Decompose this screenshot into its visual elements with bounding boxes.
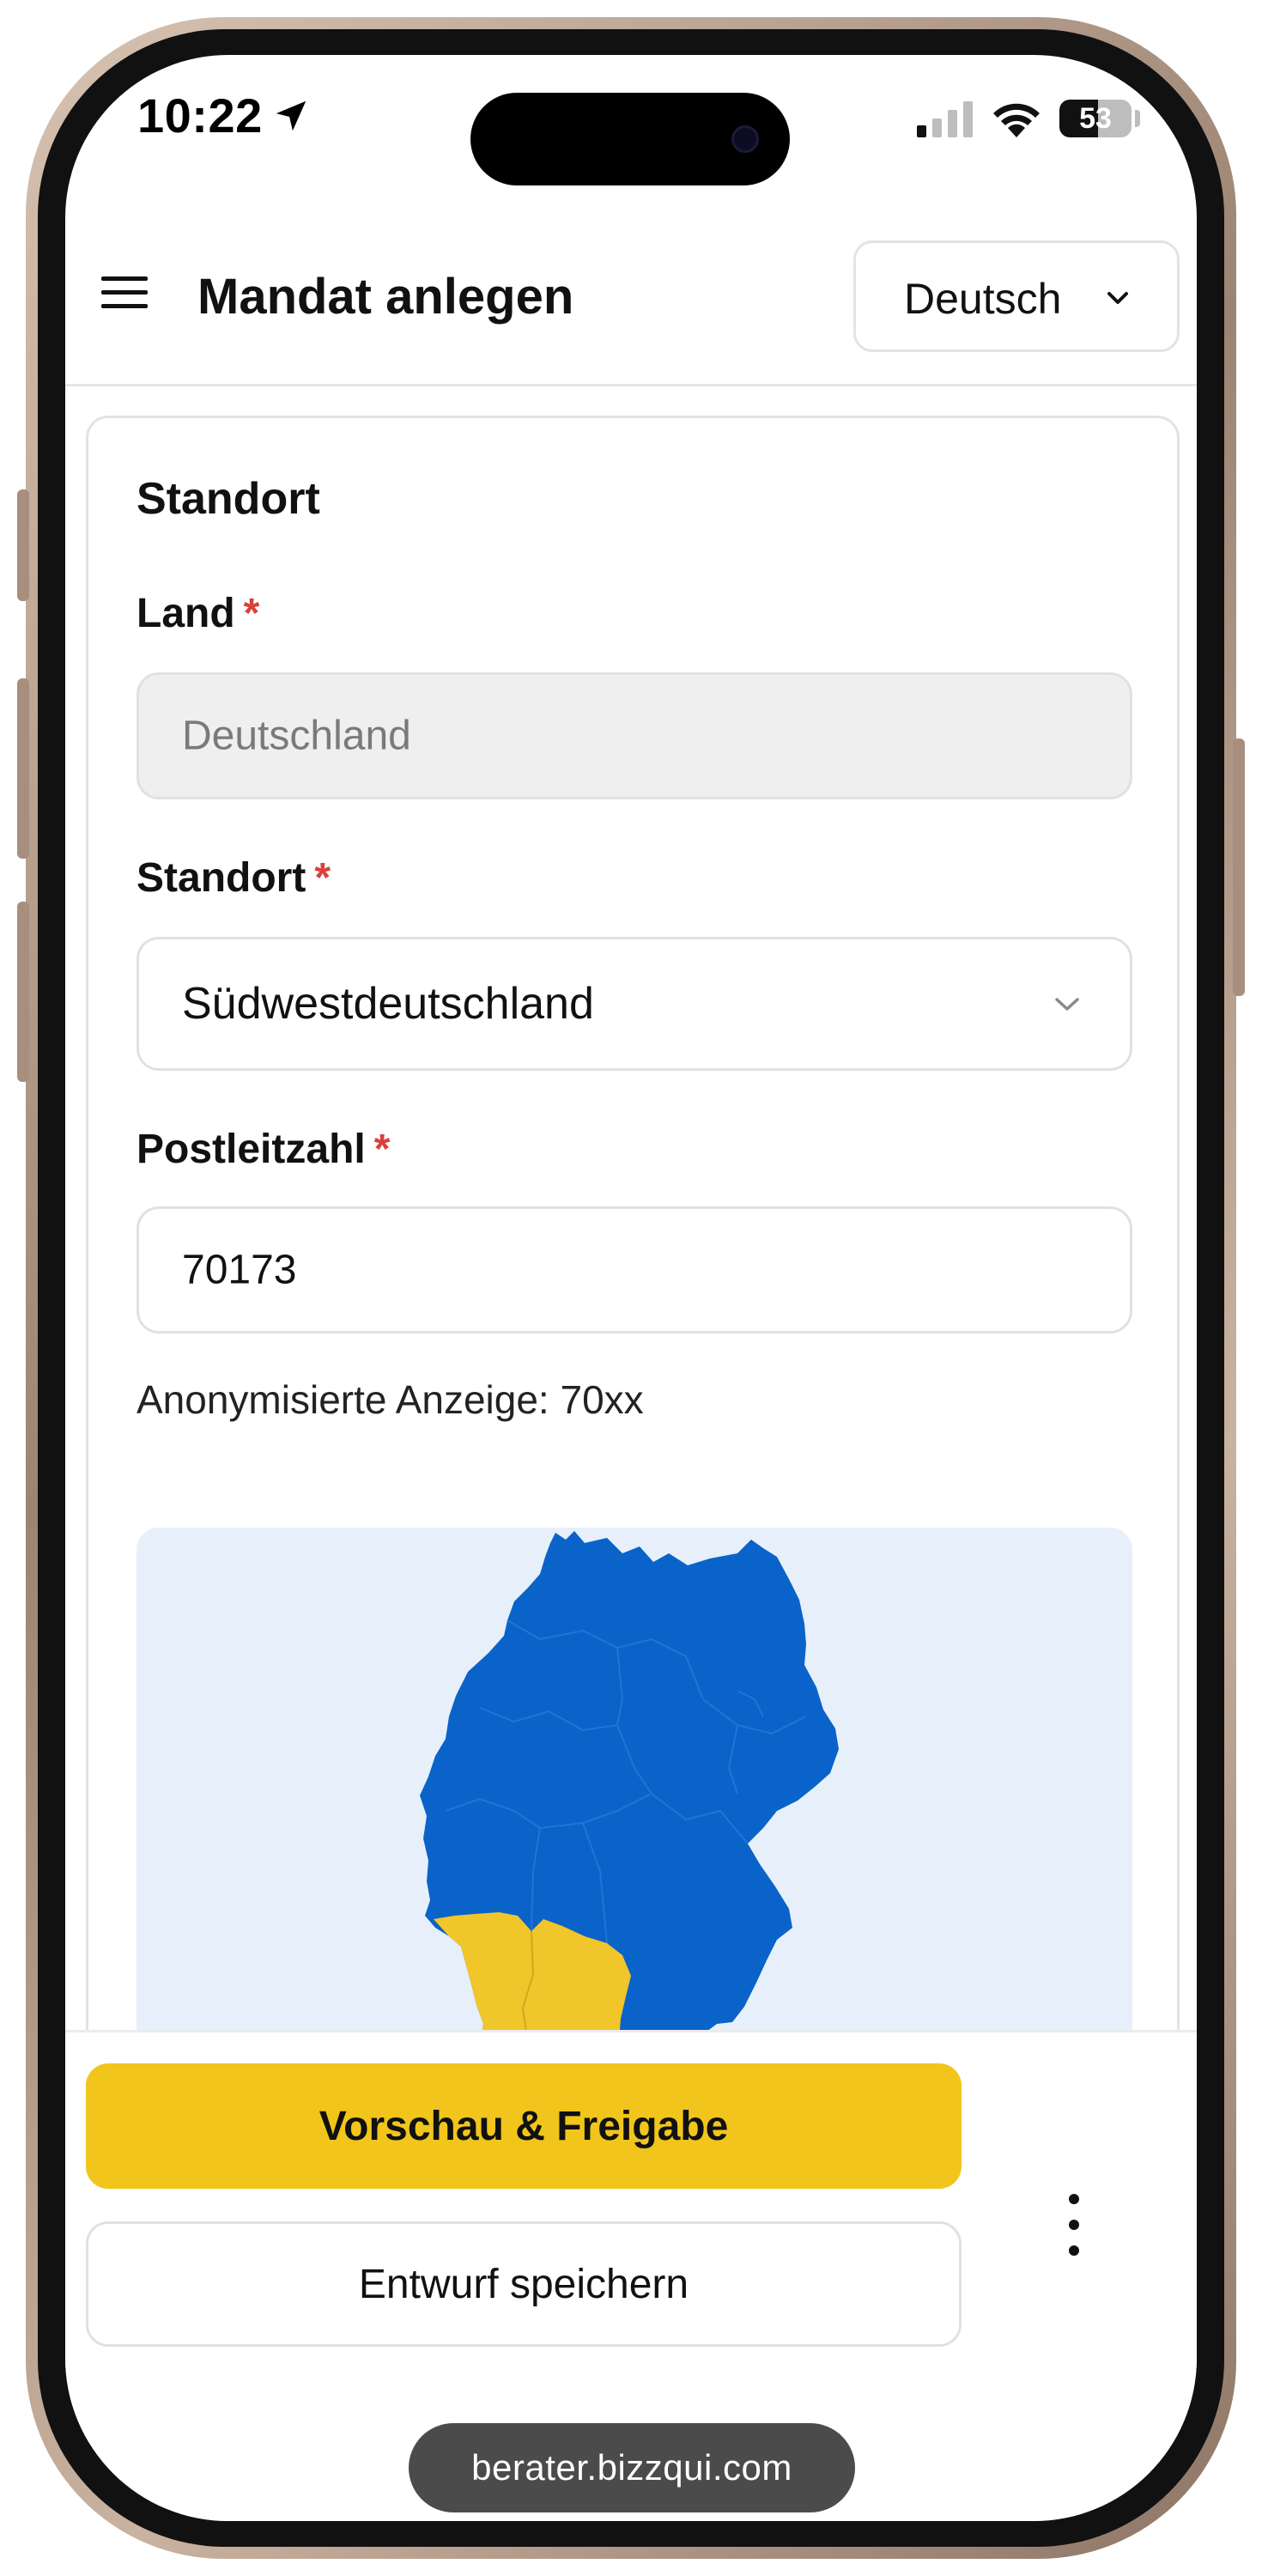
- screen: 10:22 53 Mandat anlegen Deutsch Standort…: [65, 55, 1197, 2521]
- power-button: [1233, 738, 1245, 996]
- volume-down-button: [17, 902, 29, 1082]
- battery-tip: [1135, 110, 1140, 127]
- location-arrow-icon: [276, 100, 306, 131]
- chevron-down-icon: [1107, 292, 1128, 304]
- germany-map-svg: [420, 1531, 839, 2075]
- language-select-value: Deutsch: [904, 275, 1062, 323]
- country-field-value: Deutschland: [182, 713, 411, 759]
- status-time: 10:22: [137, 88, 263, 143]
- app-header: Mandat anlegen Deutsch: [65, 227, 1197, 386]
- preview-release-button[interactable]: Vorschau & Freigabe: [86, 2063, 962, 2189]
- country-label: Land *: [137, 590, 259, 637]
- battery-level: 53: [1079, 102, 1112, 135]
- germany-map: [137, 1528, 1132, 2086]
- required-marker: *: [314, 855, 331, 901]
- postal-code-label: Postleitzahl *: [137, 1126, 390, 1173]
- location-select-value: Südwestdeutschland: [182, 979, 594, 1029]
- required-marker: *: [243, 591, 260, 636]
- browser-url-bar[interactable]: berater.bizzqui.com: [409, 2423, 855, 2512]
- wifi-icon: [993, 103, 1040, 137]
- chevron-down-icon: [1055, 998, 1079, 1011]
- location-label: Standort *: [137, 854, 331, 902]
- location-label-text: Standort: [137, 855, 306, 901]
- postal-code-helper: Anonymisierte Anzeige: 70xx: [137, 1377, 644, 1422]
- country-label-text: Land: [137, 591, 235, 636]
- action-button: [17, 489, 29, 601]
- postal-code-input[interactable]: 70173: [137, 1206, 1132, 1334]
- camera-icon: [731, 125, 759, 153]
- country-field[interactable]: Deutschland: [137, 672, 1132, 799]
- more-vertical-icon[interactable]: [1061, 2184, 1087, 2266]
- postal-code-value: 70173: [182, 1247, 297, 1293]
- language-select[interactable]: Deutsch: [853, 240, 1180, 352]
- postal-code-label-text: Postleitzahl: [137, 1127, 366, 1172]
- location-card: Standort Land * Deutschland Standort * Süd…: [86, 416, 1180, 2133]
- save-draft-button[interactable]: Entwurf speichern: [86, 2221, 962, 2347]
- required-marker: *: [373, 1127, 391, 1172]
- volume-up-button: [17, 678, 29, 859]
- hamburger-menu-icon[interactable]: [101, 273, 148, 313]
- location-select[interactable]: Südwestdeutschland: [137, 937, 1132, 1071]
- battery-icon: 53: [1059, 100, 1132, 137]
- dynamic-island: [470, 93, 790, 185]
- section-title: Standort: [137, 474, 320, 524]
- page-title: Mandat anlegen: [197, 269, 574, 325]
- cellular-signal-icon: [917, 101, 973, 137]
